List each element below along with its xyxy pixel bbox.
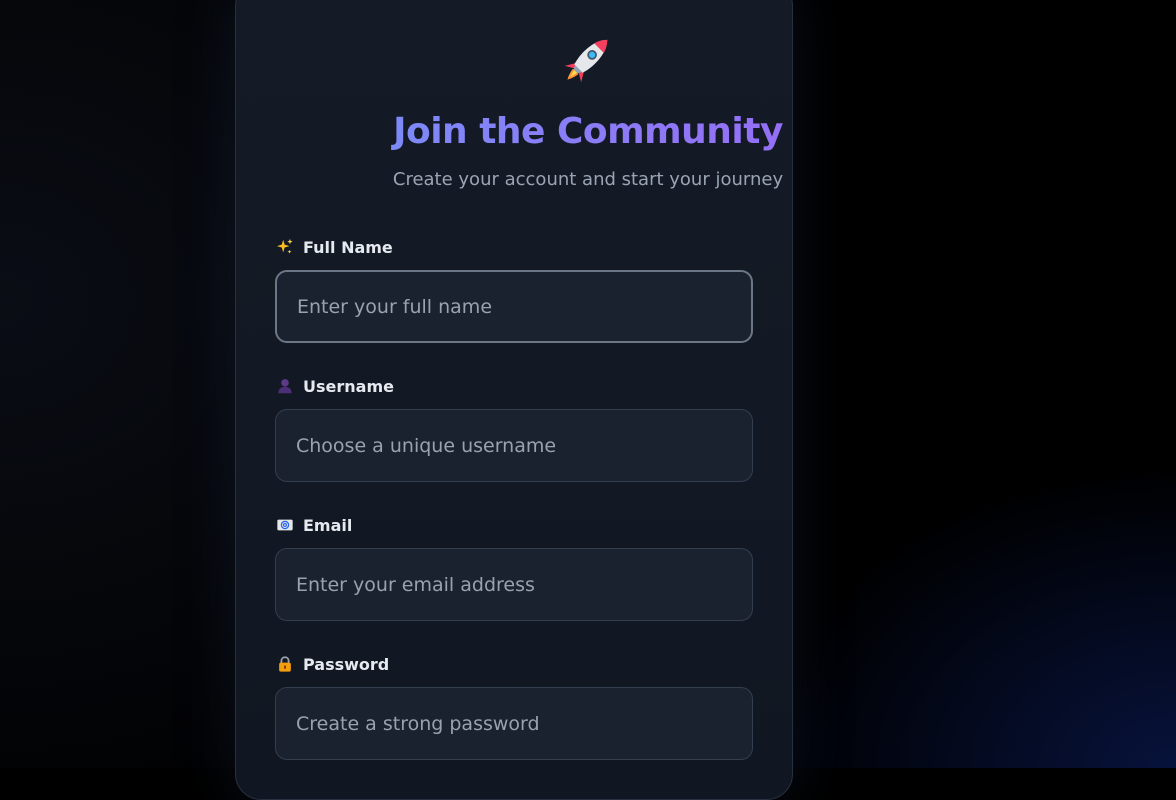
lock-icon: [275, 654, 295, 674]
email-icon: [275, 515, 295, 535]
email-label-text: Email: [303, 516, 352, 535]
password-field: Password: [275, 653, 753, 760]
full-name-label-text: Full Name: [303, 238, 393, 257]
password-label-text: Password: [303, 655, 389, 674]
page-title: Join the Community: [0, 111, 1176, 152]
full-name-input[interactable]: [275, 270, 753, 343]
sparkles-icon: [275, 237, 295, 257]
username-field: Username: [275, 375, 753, 482]
username-input[interactable]: [275, 409, 753, 482]
email-label: Email: [275, 514, 753, 536]
full-name-field: Full Name: [275, 236, 753, 343]
password-input[interactable]: [275, 687, 753, 760]
rocket-icon: [557, 28, 619, 90]
email-field: Email: [275, 514, 753, 621]
full-name-label: Full Name: [275, 236, 753, 258]
password-label: Password: [275, 653, 753, 675]
username-label: Username: [275, 375, 753, 397]
user-silhouette-icon: [275, 376, 295, 396]
username-label-text: Username: [303, 377, 394, 396]
logo: [0, 28, 1176, 94]
page-subtitle: Create your account and start your journ…: [0, 169, 1176, 190]
email-input[interactable]: [275, 548, 753, 621]
